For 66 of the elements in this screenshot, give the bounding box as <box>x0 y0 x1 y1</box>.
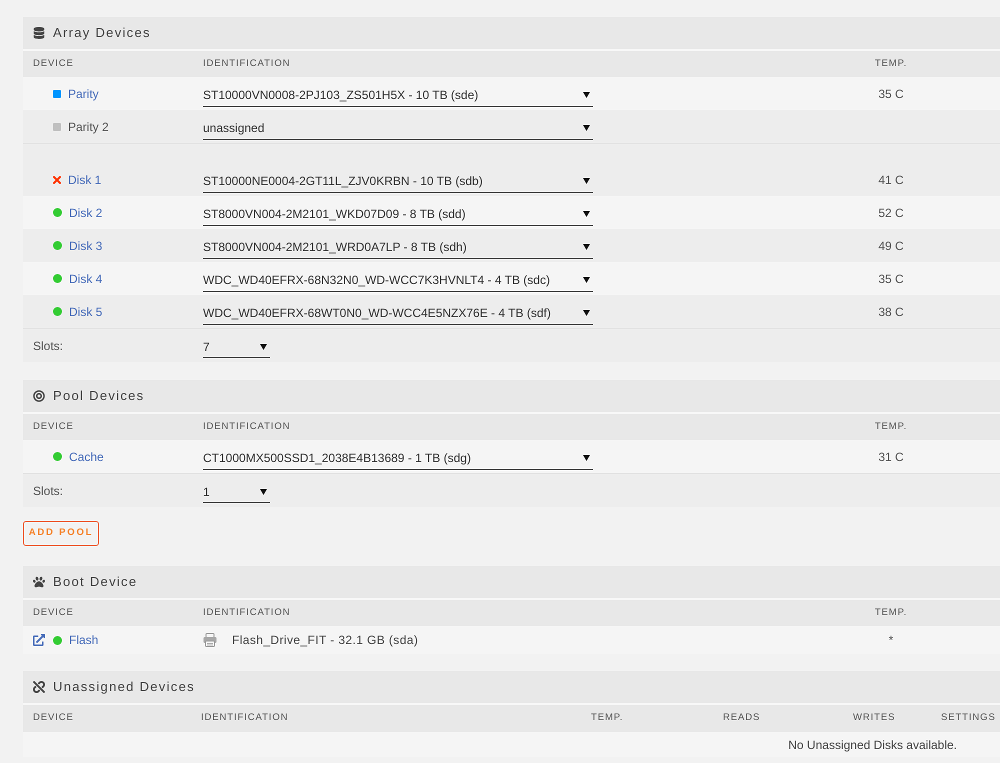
column-header: TEMP. <box>874 420 908 434</box>
disk-select[interactable]: unassigned <box>203 116 593 140</box>
column-header: IDENTIFICATION <box>203 420 292 434</box>
column-header: READS <box>723 711 762 726</box>
temperature-text: * <box>888 633 894 647</box>
broken-link-icon <box>33 681 45 693</box>
database-icon <box>33 27 45 39</box>
caret-icon <box>583 276 590 282</box>
caret-icon <box>583 178 590 184</box>
temperature-text: 35 C <box>878 86 904 100</box>
printer-icon <box>203 633 217 647</box>
column-header: TEMP. <box>874 56 908 71</box>
device-link[interactable]: Disk 3 <box>69 236 102 254</box>
slots-label: Slots: <box>33 338 64 354</box>
section-title: Array Devices <box>53 24 151 42</box>
temperature-text: 49 C <box>878 238 904 252</box>
device-link[interactable]: Disk 4 <box>69 270 102 288</box>
slots-select[interactable]: 7 <box>203 336 270 358</box>
bullseye-icon <box>33 390 45 402</box>
column-header: DEVICE <box>33 711 75 726</box>
disk-select[interactable]: ST10000NE0004-2GT11L_ZJV0KRBN - 10 TB (sdb) <box>203 169 593 193</box>
column-header: DEVICE <box>33 56 75 71</box>
identification-text: Flash_Drive_FIT - 32.1 GB (sda) <box>232 632 418 649</box>
external-link-icon[interactable] <box>33 634 45 646</box>
column-header: WRITES <box>853 711 896 726</box>
disk-select[interactable]: ST10000VN0008-2PJ103_ZS501H5X - 10 TB (sde) <box>203 83 593 107</box>
device-link[interactable]: Parity <box>68 84 99 102</box>
slots-select[interactable]: 1 <box>203 481 270 503</box>
column-header: IDENTIFICATION <box>203 56 292 71</box>
section-title: Unassigned Devices <box>53 678 195 696</box>
slots-label: Slots: <box>33 482 64 500</box>
disk-select[interactable]: ST8000VN004-2M2101_WRD0A7LP - 8 TB (sdh) <box>203 235 593 259</box>
temperature-text: 52 C <box>878 206 904 220</box>
device-link[interactable]: Disk 5 <box>69 302 102 320</box>
column-header: IDENTIFICATION <box>201 711 290 726</box>
empty-message: No Unassigned Disks available. <box>788 736 957 754</box>
column-header: TEMP. <box>874 606 908 620</box>
device-link[interactable]: Disk 1 <box>68 170 102 188</box>
disk-select[interactable]: WDC_WD40EFRX-68N32N0_WD-WCC7K3HVNLT4 - 4 TB (sdc) <box>203 268 593 292</box>
temperature-text: 35 C <box>878 272 904 286</box>
disk-select[interactable]: CT1000MX500SSD1_2038E4B13689 - 1 TB (sdg) <box>203 446 593 470</box>
caret-icon <box>583 244 590 250</box>
caret-icon <box>260 344 267 350</box>
device-link[interactable]: Flash <box>69 631 98 649</box>
paw-icon <box>33 576 45 588</box>
caret-icon <box>583 124 590 130</box>
caret-icon <box>583 310 590 316</box>
temperature-text: 31 C <box>878 450 904 464</box>
caret-icon <box>583 210 590 216</box>
section-title: Pool Devices <box>53 387 144 406</box>
column-header: IDENTIFICATION <box>203 606 292 620</box>
caret-icon <box>583 92 590 98</box>
disk-select[interactable]: WDC_WD40EFRX-68WT0N0_WD-WCC4E5NZX76E - 4 TB (sdf) <box>203 301 593 325</box>
column-header: DEVICE <box>33 420 75 434</box>
device-link[interactable]: Disk 2 <box>69 204 102 222</box>
section-title: Boot Device <box>53 573 138 592</box>
disk-select[interactable]: ST8000VN004-2M2101_WKD07D09 - 8 TB (sdd) <box>203 202 593 226</box>
device-name: Parity 2 <box>68 118 109 136</box>
temperature-text: 41 C <box>878 172 904 186</box>
column-header: DEVICE <box>33 606 75 620</box>
temperature-text: 38 C <box>878 304 904 318</box>
column-header: SETTINGS <box>941 711 997 726</box>
column-header: TEMP. <box>591 711 624 726</box>
caret-icon <box>583 454 590 460</box>
caret-icon <box>260 488 267 494</box>
device-link[interactable]: Cache <box>69 448 104 466</box>
